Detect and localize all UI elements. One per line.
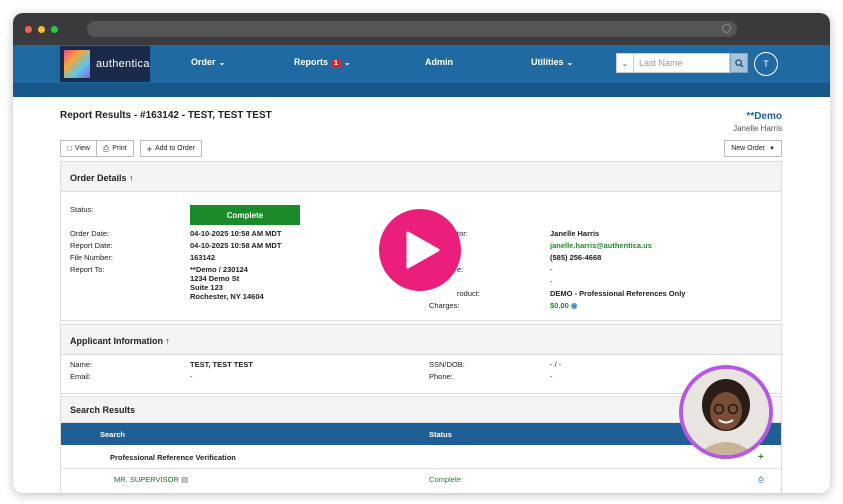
col-search: Search [100,430,126,439]
user-avatar[interactable]: T [754,52,778,76]
reports-badge: 1 [331,59,341,68]
reference-value: - [550,265,553,274]
search-results-panel: Search Results Search Status Professiona… [60,396,782,493]
account-user: Janelle Harris [733,124,782,133]
address-line-1: 1234 Demo St [190,274,240,283]
search-input[interactable]: Last Name [634,53,730,73]
plus-icon: + [146,143,152,154]
play-video-button[interactable] [379,209,461,291]
ssn-value: - / - [550,360,562,369]
results-table-header: Search Status [61,423,781,445]
top-navbar: authentica Order ⌄ Reports 1 ⌄ Admin Utilit… [13,45,830,83]
search-button[interactable] [730,53,748,73]
report-toolbar: □ View ⎙ Print + Add to Order [60,140,203,157]
requestor-value: Janelle Harris [550,229,600,238]
charges-label: Charges: [429,301,460,310]
email-label: Email: [70,372,91,381]
file-number-value: 163142 [190,253,216,262]
print-button[interactable]: ⎙ Print [96,140,134,157]
charges-value: $0.00 ◉ [550,301,578,310]
expand-plus-icon[interactable]: + [758,452,764,463]
add-to-order-button[interactable]: + Add to Order [139,140,203,157]
document-icon: □ [67,144,72,153]
search-icon [734,58,744,68]
brand-name: authentica [96,58,150,70]
account-name[interactable]: **Demo [746,111,782,122]
page-title: Report Results - #163142 - TEST, TEST TE… [60,110,272,121]
presenter-portrait-icon [683,369,769,455]
search-group: ⌄ Last Name [616,53,748,73]
requestor-email[interactable]: janelle.harris@authentica.us [550,241,652,250]
phone-label: Phone: [429,372,453,381]
view-button[interactable]: □ View [60,140,97,157]
notes-icon[interactable]: ▤ [181,475,188,484]
logo-mark-icon [64,50,90,78]
order-details-header[interactable]: Order Details ↑ [61,162,781,192]
play-icon [406,231,440,269]
report-to-value: **Demo / 230124 [190,265,248,274]
report-date-label: Report Date: [70,241,113,250]
address-bar[interactable] [87,21,737,37]
name-value: TEST, TEST TEST [190,360,253,369]
file-number-label: File Number: [70,253,113,262]
phone-value: - [550,372,553,381]
reference-label: e: [457,265,464,274]
name-label: Name: [70,360,93,369]
nav-admin[interactable]: Admin [425,57,453,67]
eye-icon[interactable]: ◉ [571,301,578,310]
applicant-panel: Applicant Information ↑ Name: TEST, TEST… [60,324,782,394]
applicant-header[interactable]: Applicant Information ↑ [61,325,781,355]
nav-utilities[interactable]: Utilities ⌄ [531,57,573,67]
chevron-down-icon: ⌄ [566,58,574,67]
report-date-value: 04-10-2025 10:58 AM MDT [190,241,282,250]
browser-window: authentica Order ⌄ Reports 1 ⌄ Admin Utilit… [13,13,830,493]
email-value: - [190,372,193,381]
printer-icon: ⎙ [102,143,110,153]
reload-icon[interactable] [722,24,731,33]
nav-order[interactable]: Order ⌄ [191,57,225,67]
arrow-up-icon: ↑ [129,173,134,183]
search-type-dropdown[interactable]: ⌄ [616,53,634,73]
minimize-window-icon[interactable] [38,25,45,33]
browser-chrome [13,13,830,45]
brand-logo[interactable]: authentica [60,46,150,82]
arrow-up-icon: ↑ [165,336,171,346]
maximize-window-icon[interactable] [51,25,58,33]
nav-reports[interactable]: Reports 1 ⌄ [294,57,351,68]
product-value: DEMO - Professional References Only [550,289,686,298]
result-row-status: Complete [429,475,462,484]
col-status: Status [429,430,452,439]
presenter-photo [679,365,773,459]
status-label: Status: [70,205,94,214]
product-label: roduct: [457,289,480,298]
order-date-value: 04-10-2025 10:58 AM MDT [190,229,282,238]
new-order-dropdown[interactable]: New Order ▼ [724,140,782,157]
print-row-icon[interactable]: ⎙ [758,475,764,485]
chevron-down-icon: ⌄ [343,58,351,67]
ssn-label: SSN/DOB: [429,360,465,369]
close-window-icon[interactable] [25,25,32,33]
address-line-3: Rochester, NY 14604 [190,292,264,301]
result-row-name[interactable]: MR. SUPERVISOR ▤ [114,475,188,484]
address-line-2: Suite 123 [190,283,223,292]
other-value: - [550,277,553,286]
requestor-phone: (585) 256-4668 [550,253,602,262]
status-complete-badge: Complete [190,205,300,225]
chevron-down-icon: ⌄ [218,58,226,67]
result-group-title: Professional Reference Verification [110,453,236,462]
report-to-label: Report To: [70,265,105,274]
order-date-label: Order Date: [70,229,110,238]
caret-down-icon: ▼ [769,145,775,152]
search-results-header: Search Results [61,397,781,423]
nav-subbar [13,83,830,97]
